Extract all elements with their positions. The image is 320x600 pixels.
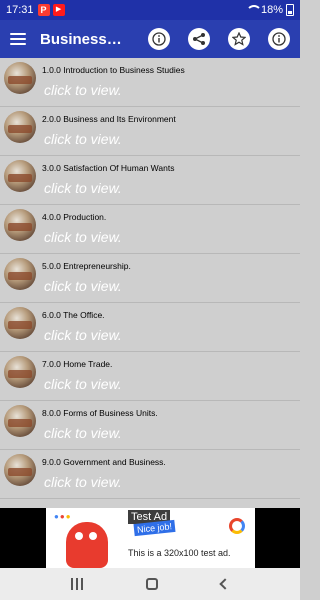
info-icon xyxy=(272,32,286,46)
youtube-icon: ▶ xyxy=(52,4,65,16)
favorite-button[interactable] xyxy=(228,28,250,50)
chapter-thumbnail xyxy=(4,111,36,143)
list-item[interactable]: 9.0.0 Government and Business. click to … xyxy=(0,450,300,499)
list-item-title: 6.0.0 The Office. xyxy=(42,310,105,320)
chapter-thumbnail xyxy=(4,405,36,437)
list-item-title: 3.0.0 Satisfaction Of Human Wants xyxy=(42,163,175,173)
list-item-title: 1.0.0 Introduction to Business Studies xyxy=(42,65,185,75)
page-title: Business… xyxy=(40,30,122,48)
ad-banner-area: ●●● Test Ad Nice job! This is a 320x100 … xyxy=(0,508,300,568)
chapter-thumbnail xyxy=(4,62,36,94)
share-icon xyxy=(193,33,205,45)
ad-logo-icon xyxy=(229,518,245,534)
ad-banner[interactable]: ●●● Test Ad Nice job! This is a 320x100 … xyxy=(46,508,255,568)
list-item-title: 7.0.0 Home Trade. xyxy=(42,359,113,369)
system-nav-bar xyxy=(0,568,300,600)
list-item[interactable]: 6.0.0 The Office. click to view. xyxy=(0,303,300,352)
list-item-subtitle: click to view. xyxy=(44,376,122,392)
wifi-icon xyxy=(245,5,262,15)
list-item-title: 2.0.0 Business and Its Environment xyxy=(42,114,176,124)
list-item-title: 9.0.0 Government and Business. xyxy=(42,457,166,467)
status-bar: 17:31 P ▶ 18% xyxy=(0,0,300,20)
star-icon xyxy=(232,32,246,46)
list-item-title: 8.0.0 Forms of Business Units. xyxy=(42,408,158,418)
chapter-thumbnail xyxy=(4,454,36,486)
list-item-subtitle: click to view. xyxy=(44,131,122,147)
chapter-thumbnail xyxy=(4,356,36,388)
menu-icon[interactable] xyxy=(10,33,26,45)
chapter-thumbnail xyxy=(4,209,36,241)
chapter-thumbnail xyxy=(4,258,36,290)
chapter-thumbnail xyxy=(4,160,36,192)
list-item-title: 5.0.0 Entrepreneurship. xyxy=(42,261,131,271)
ad-dots-decoration: ●●● xyxy=(54,512,72,521)
list-item[interactable]: 3.0.0 Satisfaction Of Human Wants click … xyxy=(0,156,300,205)
list-item[interactable]: 2.0.0 Business and Its Environment click… xyxy=(0,107,300,156)
list-item-subtitle: click to view. xyxy=(44,229,122,245)
list-item-subtitle: click to view. xyxy=(44,425,122,441)
ad-mascot-image xyxy=(66,522,108,568)
app-bar: Business… xyxy=(0,20,300,58)
ad-text: This is a 320x100 test ad. xyxy=(128,548,231,558)
list-item-subtitle: click to view. xyxy=(44,278,122,294)
list-item[interactable]: 1.0.0 Introduction to Business Studies c… xyxy=(0,58,300,107)
list-item[interactable]: 4.0.0 Production. click to view. xyxy=(0,205,300,254)
list-item-subtitle: click to view. xyxy=(44,327,122,343)
home-icon[interactable] xyxy=(145,578,158,590)
list-item-subtitle: click to view. xyxy=(44,474,122,490)
list-item-subtitle: click to view. xyxy=(44,82,122,98)
battery-icon xyxy=(286,4,294,16)
status-time: 17:31 xyxy=(6,4,34,16)
list-item-subtitle: click to view. xyxy=(44,180,122,196)
p-app-icon: P xyxy=(37,4,50,16)
chapter-thumbnail xyxy=(4,307,36,339)
list-item[interactable]: 5.0.0 Entrepreneurship. click to view. xyxy=(0,254,300,303)
info-button[interactable] xyxy=(148,28,170,50)
info-icon xyxy=(152,32,166,46)
list-item-title: 4.0.0 Production. xyxy=(42,212,107,222)
share-button[interactable] xyxy=(188,28,210,50)
about-button[interactable] xyxy=(268,28,290,50)
list-item[interactable]: 8.0.0 Forms of Business Units. click to … xyxy=(0,401,300,450)
chapter-list: 1.0.0 Introduction to Business Studies c… xyxy=(0,58,300,508)
list-item[interactable]: 7.0.0 Home Trade. click to view. xyxy=(0,352,300,401)
back-icon[interactable] xyxy=(218,578,231,590)
battery-percent: 18% xyxy=(260,4,283,16)
recents-icon[interactable] xyxy=(71,578,84,590)
